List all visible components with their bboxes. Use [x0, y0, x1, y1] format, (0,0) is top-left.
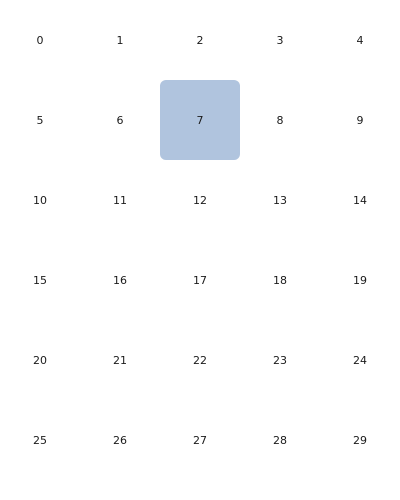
grid-cell-14[interactable]: 14 — [320, 160, 400, 240]
grid-cell-12[interactable]: 12 — [160, 160, 240, 240]
grid-cell-7[interactable]: 7 — [160, 80, 240, 160]
grid-cell-11[interactable]: 11 — [80, 160, 160, 240]
grid-cell-18[interactable]: 18 — [240, 240, 320, 320]
grid-cell-27[interactable]: 27 — [160, 400, 240, 480]
grid-cell-25[interactable]: 25 — [0, 400, 80, 480]
grid-cell-21[interactable]: 21 — [80, 320, 160, 400]
number-grid: 0 1 2 3 4 5 6 7 8 9 10 11 12 13 14 15 16… — [0, 0, 400, 480]
grid-cell-15[interactable]: 15 — [0, 240, 80, 320]
grid-cell-10[interactable]: 10 — [0, 160, 80, 240]
grid-cell-1[interactable]: 1 — [80, 0, 160, 80]
grid-cell-3[interactable]: 3 — [240, 0, 320, 80]
grid-cell-23[interactable]: 23 — [240, 320, 320, 400]
grid-cell-6[interactable]: 6 — [80, 80, 160, 160]
grid-cell-20[interactable]: 20 — [0, 320, 80, 400]
grid-cell-17[interactable]: 17 — [160, 240, 240, 320]
grid-cell-16[interactable]: 16 — [80, 240, 160, 320]
grid-cell-26[interactable]: 26 — [80, 400, 160, 480]
grid-cell-13[interactable]: 13 — [240, 160, 320, 240]
grid-cell-22[interactable]: 22 — [160, 320, 240, 400]
grid-cell-2[interactable]: 2 — [160, 0, 240, 80]
grid-cell-5[interactable]: 5 — [0, 80, 80, 160]
grid-cell-4[interactable]: 4 — [320, 0, 400, 80]
grid-cell-9[interactable]: 9 — [320, 80, 400, 160]
grid-cell-29[interactable]: 29 — [320, 400, 400, 480]
grid-cell-24[interactable]: 24 — [320, 320, 400, 400]
grid-cell-0[interactable]: 0 — [0, 0, 80, 80]
grid-cell-19[interactable]: 19 — [320, 240, 400, 320]
grid-cell-8[interactable]: 8 — [240, 80, 320, 160]
grid-cell-28[interactable]: 28 — [240, 400, 320, 480]
